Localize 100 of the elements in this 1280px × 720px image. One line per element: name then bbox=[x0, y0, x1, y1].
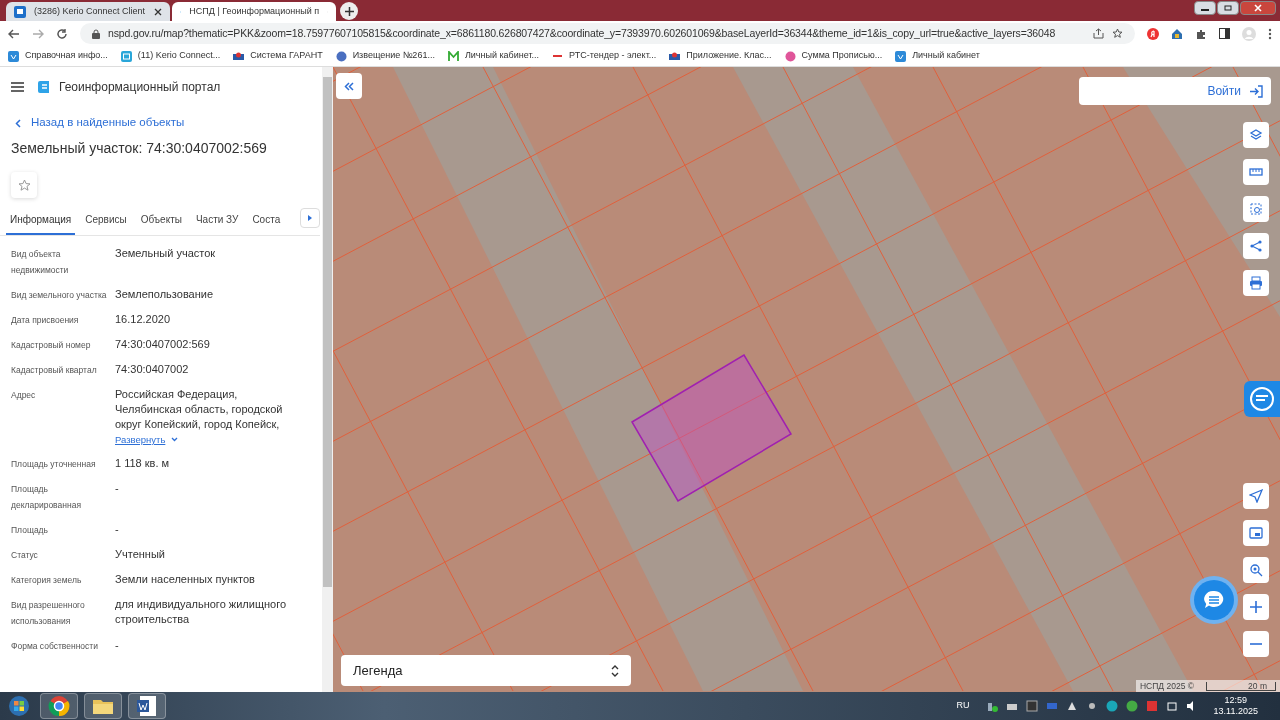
field-label: Площадь уточненная bbox=[11, 458, 97, 471]
scroll-tabs-button[interactable] bbox=[300, 208, 320, 228]
page-heading: Земельный участок: 74:30:0407002:569 bbox=[11, 139, 268, 158]
address-field[interactable]: nspd.gov.ru/map?thematic=PKK&zoom=18.75977607105815&coordinate_x=6861180.626807427&coordinate_y=7393970.602601069&baseLayerId=36344&theme_id=1&is_copy_url=true&active_layers=36048 bbox=[80, 23, 1135, 44]
bookmark-link[interactable]: Личный кабинет... bbox=[447, 49, 540, 63]
locate-button[interactable] bbox=[1243, 483, 1269, 509]
bookmark-favicon-icon bbox=[335, 50, 347, 62]
star-icon[interactable] bbox=[1112, 28, 1123, 39]
navigation-arrow-icon bbox=[1249, 489, 1263, 503]
field-label: Кадастровый квартал bbox=[11, 364, 98, 377]
scrollbar[interactable] bbox=[322, 67, 333, 692]
map-attribution: НСПД 2025 © bbox=[1139, 679, 1194, 692]
info-tab[interactable]: Информация bbox=[6, 210, 76, 235]
legend-dropdown[interactable]: Легенда bbox=[341, 655, 631, 686]
print-button[interactable] bbox=[1243, 270, 1269, 296]
zoom-out-button[interactable] bbox=[1243, 631, 1269, 657]
sidebar-icon[interactable] bbox=[1219, 28, 1230, 39]
tab-title: НСПД | Геоинформационный п bbox=[189, 4, 320, 18]
bookmark-link[interactable]: (11) Kerio Connect... bbox=[120, 49, 221, 63]
share-icon[interactable] bbox=[1093, 28, 1104, 39]
plus-icon bbox=[1249, 600, 1263, 614]
chat-icon bbox=[1203, 590, 1225, 610]
language-indicator[interactable]: RU bbox=[956, 699, 970, 713]
restore-button[interactable] bbox=[1217, 1, 1239, 15]
bookmark-favicon-icon bbox=[784, 50, 796, 62]
yandex-icon[interactable] bbox=[1147, 27, 1159, 40]
field-label: Дата присвоения bbox=[11, 314, 80, 327]
field-value: - bbox=[115, 638, 120, 653]
login-icon bbox=[1249, 84, 1263, 98]
ruler-icon bbox=[1249, 165, 1263, 179]
up-down-caret-icon bbox=[611, 664, 619, 677]
info-tab[interactable]: Объекты bbox=[136, 210, 186, 235]
expand-link[interactable]: Развернуть bbox=[115, 432, 179, 447]
bookmark-link[interactable]: Приложение. Клас... bbox=[669, 49, 772, 63]
printer-icon bbox=[1249, 276, 1263, 290]
browser-tab[interactable]: (3286) Kerio Connect Client bbox=[6, 2, 170, 21]
house-icon[interactable] bbox=[1171, 27, 1183, 40]
more-vertical-icon[interactable] bbox=[1268, 27, 1272, 40]
tray-icon[interactable] bbox=[1165, 700, 1178, 712]
chat-button[interactable] bbox=[1194, 580, 1234, 620]
puzzle-icon[interactable] bbox=[1195, 27, 1207, 40]
info-tab[interactable]: Соста bbox=[248, 210, 285, 235]
bookmark-favicon-icon bbox=[895, 50, 907, 62]
taskbar-app-button[interactable] bbox=[128, 693, 166, 719]
restore-icon bbox=[1224, 5, 1232, 11]
document-icon bbox=[136, 695, 158, 717]
field-label: Форма собственности bbox=[11, 640, 99, 653]
taskbar-app-button[interactable] bbox=[84, 693, 122, 719]
lock-icon bbox=[92, 28, 100, 39]
scale-bar: 20 m bbox=[1206, 681, 1276, 691]
field-label: Вид объекта недвижимости bbox=[11, 248, 70, 277]
back-link[interactable]: Назад в найденные объекты bbox=[11, 111, 320, 135]
zoom-in-button[interactable] bbox=[1243, 594, 1269, 620]
url-text: nspd.gov.ru/map?thematic=PKK&zoom=18.75977607105815&coordinate_x=6861180.626807427&coordinate_y=7393970.602601069&baseLayerId=36344&theme_id=1&is_copy_url=true&active_layers=36048 bbox=[108, 25, 1057, 41]
close-window-button[interactable] bbox=[1240, 1, 1276, 15]
search-location-button[interactable] bbox=[1243, 557, 1269, 583]
chevron-left-icon bbox=[15, 118, 21, 128]
field-label: Вид разрешенного использования bbox=[11, 599, 86, 628]
taskbar-app-button[interactable] bbox=[40, 693, 78, 719]
minimize-button[interactable] bbox=[1194, 1, 1216, 15]
tray-icon[interactable] bbox=[1065, 700, 1078, 712]
portal-logo-icon bbox=[38, 80, 51, 94]
satellite-map-drawing[interactable] bbox=[333, 67, 1280, 691]
minimap-button[interactable] bbox=[1243, 520, 1269, 546]
star-icon bbox=[17, 178, 31, 192]
layers-icon bbox=[1249, 128, 1263, 142]
field-value: - bbox=[115, 522, 120, 537]
layers-button[interactable] bbox=[1243, 122, 1269, 148]
bookmark-link[interactable]: РТС-тендер - элект... bbox=[552, 49, 657, 63]
collapse-panel-button[interactable] bbox=[336, 73, 362, 99]
new-tab-button[interactable] bbox=[340, 2, 358, 20]
clock-time: 12:59 bbox=[1224, 695, 1248, 706]
field-value: Российская Федерация, Челябинская область, городской округ Копейский, город Копейск, bbox=[115, 387, 284, 432]
browser-tab[interactable]: НСПД | Геоинформационный п bbox=[172, 2, 336, 21]
field-label: Категория земель bbox=[11, 574, 83, 587]
bookmark-link[interactable]: Система ГАРАНТ bbox=[233, 49, 323, 63]
field-value: - bbox=[115, 481, 120, 496]
field-value: 74:30:0407002:569 bbox=[115, 337, 211, 352]
field-value: Земельный участок bbox=[115, 246, 217, 261]
info-tab[interactable]: Части ЗУ bbox=[191, 210, 243, 235]
login-button[interactable]: Войти bbox=[1079, 77, 1271, 105]
field-label: Площадь декларированная bbox=[11, 483, 82, 512]
location-pin-icon bbox=[1249, 563, 1263, 577]
measure-button[interactable] bbox=[1243, 159, 1269, 185]
bookmark-link[interactable]: Извещение №261... bbox=[335, 49, 435, 63]
back-arrow-icon[interactable] bbox=[8, 28, 20, 39]
picture-in-picture-icon bbox=[1249, 526, 1263, 540]
bookmark-link[interactable]: Справочная инфо... bbox=[8, 49, 108, 63]
bookmark-link[interactable]: Личный кабинет bbox=[895, 49, 980, 63]
share-button[interactable] bbox=[1243, 233, 1269, 259]
area-select-button[interactable] bbox=[1243, 196, 1269, 222]
info-tab[interactable]: Сервисы bbox=[81, 210, 131, 235]
field-value: Учтенный bbox=[115, 547, 166, 562]
reload-icon[interactable] bbox=[56, 27, 68, 40]
menu-icon[interactable] bbox=[11, 82, 24, 92]
field-label: Статус bbox=[11, 549, 39, 562]
field-value: Земли населенных пунктов bbox=[115, 572, 256, 587]
area-select-icon bbox=[1249, 202, 1263, 216]
feedback-button[interactable] bbox=[1244, 381, 1280, 417]
bookmark-link[interactable]: Сумма Прописью... bbox=[784, 49, 883, 63]
